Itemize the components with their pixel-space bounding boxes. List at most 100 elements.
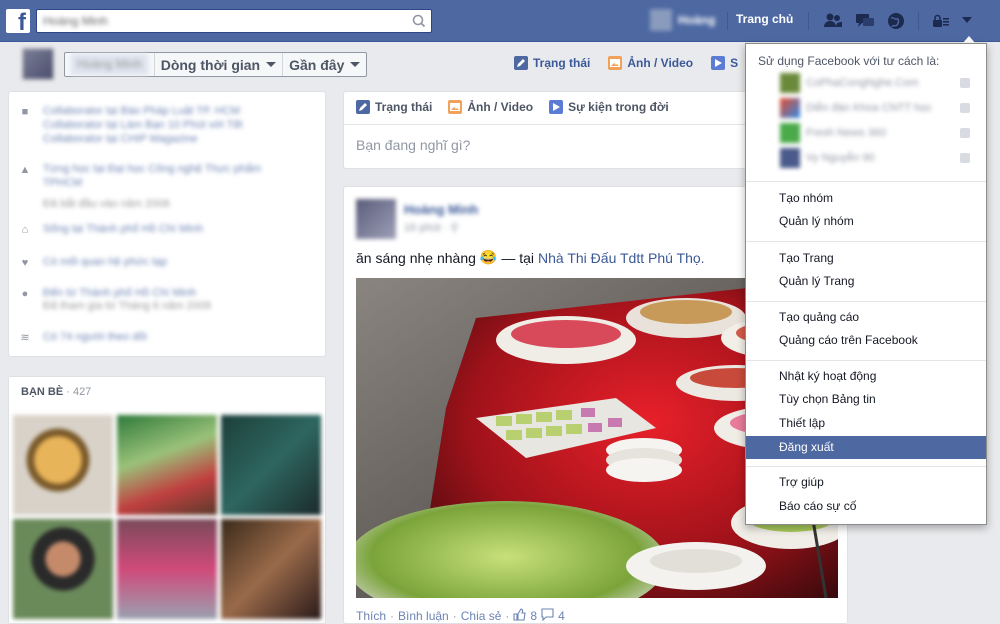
page-thumbnail: [780, 73, 800, 93]
search-icon[interactable]: [407, 10, 431, 32]
heart-icon: ♥: [21, 257, 29, 269]
news-feed-preferences-item[interactable]: Tùy chọn Bảng tin: [746, 388, 986, 411]
followers-line[interactable]: Có 74 người theo dõi: [43, 330, 147, 344]
page-switch-item[interactable]: Diễn đàn Khoa CNTT học: [780, 97, 976, 119]
avatar[interactable]: [22, 48, 54, 80]
create-ad-item[interactable]: Tạo quảng cáo: [746, 306, 986, 329]
notifications-globe-icon[interactable]: [885, 10, 907, 32]
profile-name-tab[interactable]: Hoàng Minh: [65, 53, 155, 76]
home-link[interactable]: Trang chủ: [736, 12, 793, 26]
like-count[interactable]: 8: [530, 609, 537, 623]
timeline-subheader: Hoàng Minh Dòng thời gian Gần đây Trạng …: [8, 46, 848, 84]
messages-icon[interactable]: [854, 10, 876, 32]
comment-count[interactable]: 4: [558, 609, 565, 623]
photo-icon: [448, 100, 463, 114]
work-line[interactable]: Collaborator tại Làm Bạn 10 Phút với Tết: [43, 118, 243, 132]
settings-item[interactable]: Thiết lập: [746, 412, 986, 435]
friend-tile[interactable]: [13, 519, 113, 619]
divider: [746, 466, 986, 467]
facebook-logo[interactable]: f: [6, 9, 30, 33]
friend-tile[interactable]: [117, 415, 217, 515]
account-menu-caret-icon[interactable]: [962, 17, 972, 23]
avatar[interactable]: [356, 199, 396, 239]
friends-count: · 427: [63, 386, 92, 398]
help-item[interactable]: Trợ giúp: [746, 471, 986, 494]
chevron-down-icon: [350, 62, 361, 67]
post-timestamp[interactable]: 16 phút · ⚲: [404, 221, 459, 234]
page-switch-item[interactable]: Fresh News 360: [780, 122, 976, 144]
work-line[interactable]: Collaborator tại CHIP Magazine: [43, 132, 243, 146]
separator: ·: [505, 609, 510, 623]
manage-groups-item[interactable]: Quản lý nhóm: [746, 210, 986, 233]
create-page-item[interactable]: Tạo Trang: [746, 247, 986, 270]
friend-tile[interactable]: [221, 415, 321, 515]
flag-icon: [549, 100, 564, 114]
composer-tabs: Trạng thái Ảnh / Video Sự kiện trong đời: [356, 100, 669, 114]
chevron-down-icon: [266, 62, 277, 67]
page-name: Fresh News 360: [806, 127, 887, 139]
friend-tile[interactable]: [117, 519, 217, 619]
post-place-link[interactable]: Nhà Thi Đấu Tdtt Phú Thọ.: [538, 250, 705, 266]
timeline-dropdown[interactable]: Dòng thời gian: [155, 53, 284, 76]
relationship-line[interactable]: Có mối quan hệ phức tạp: [43, 255, 167, 269]
tab-status[interactable]: Trạng thái: [356, 100, 432, 114]
work-row: ■ Collaborator tại Báo Pháp Luật TP. HCM…: [19, 104, 243, 146]
hometown-line[interactable]: Đến từ Thành phố Hồ Chí Minh: [43, 286, 211, 300]
recent-dropdown[interactable]: Gần đây: [283, 53, 366, 76]
report-problem-item[interactable]: Báo cáo sự cố: [746, 495, 986, 518]
separator: ·: [390, 609, 395, 623]
friend-requests-icon[interactable]: [822, 10, 844, 32]
page-thumbnail: [780, 123, 800, 143]
tab-photo-video[interactable]: Ảnh / Video: [448, 100, 533, 114]
page-name: Diễn đàn Khoa CNTT học: [806, 102, 932, 114]
pencil-icon: [356, 100, 370, 114]
page-switch-item[interactable]: CoPhaCongNghe.Com: [780, 72, 976, 94]
work-line[interactable]: Collaborator tại Báo Pháp Luật TP. HCM: [43, 104, 243, 118]
thumbs-up-icon[interactable]: [513, 608, 527, 624]
post-author[interactable]: Hoàng Minh: [404, 202, 478, 217]
profile-link[interactable]: Hoàng: [650, 9, 715, 31]
post-at-label: — tại: [501, 249, 535, 266]
status-label: Trạng thái: [533, 56, 591, 70]
comment-icon[interactable]: [541, 608, 554, 624]
create-group-item[interactable]: Tạo nhóm: [746, 187, 986, 210]
home-icon: ⌂: [21, 224, 29, 236]
search-box[interactable]: Hoàng Minh: [36, 9, 432, 33]
tab-life-event-label: Sự kiện trong đời: [568, 100, 669, 114]
page-name: CoPhaCongNghe.Com: [806, 77, 919, 89]
share-link[interactable]: Chia sẻ: [461, 609, 502, 623]
page-switch-item[interactable]: Vy Nguyễn 90: [780, 147, 976, 169]
laughing-emoji-icon: 😂: [479, 249, 498, 265]
life-event-action[interactable]: S: [711, 56, 738, 70]
about-card: ■ Collaborator tại Báo Pháp Luật TP. HCM…: [8, 91, 326, 357]
advertise-item[interactable]: Quảng cáo trên Facebook: [746, 329, 986, 352]
divider: [746, 181, 986, 182]
logout-item[interactable]: Đăng xuất: [746, 436, 986, 459]
page-thumbnail: [780, 98, 800, 118]
status-action[interactable]: Trạng thái: [514, 56, 590, 70]
education-line[interactable]: Từng học tại Đại học Công nghệ Thực phẩm…: [43, 162, 293, 190]
friends-header[interactable]: BẠN BÈ · 427: [21, 386, 91, 398]
friends-card: BẠN BÈ · 427: [8, 376, 326, 624]
comment-link[interactable]: Bình luận: [398, 609, 449, 623]
activity-log-item[interactable]: Nhật ký hoạt động: [746, 365, 986, 388]
photo-video-action[interactable]: Ảnh / Video: [608, 56, 693, 70]
post-actions: Thích · Bình luận · Chia sẻ · 8 4: [356, 608, 565, 624]
education-row: ▲ Từng học tại Đại học Công nghệ Thực ph…: [19, 162, 293, 210]
page-badge: [960, 103, 970, 113]
friends-title[interactable]: BẠN BÈ: [21, 386, 63, 398]
search-input[interactable]: Hoàng Minh: [43, 14, 108, 28]
lives-in-line[interactable]: Sống tại Thành phố Hồ Chí Minh: [43, 222, 203, 236]
subheader-composer-actions: Trạng thái Ảnh / Video S: [514, 56, 738, 70]
friend-tile[interactable]: [221, 519, 321, 619]
manage-pages-item[interactable]: Quản lý Trang: [746, 270, 986, 293]
tab-life-event[interactable]: Sự kiện trong đời: [549, 100, 669, 114]
friend-tile[interactable]: [13, 415, 113, 515]
divider: [727, 12, 728, 30]
photo-video-label: Ảnh / Video: [627, 56, 694, 70]
recent-label: Gần đây: [289, 56, 345, 73]
privacy-lock-icon[interactable]: [930, 10, 952, 32]
like-link[interactable]: Thích: [356, 609, 386, 623]
photo-icon: [608, 56, 623, 70]
page-badge: [960, 128, 970, 138]
